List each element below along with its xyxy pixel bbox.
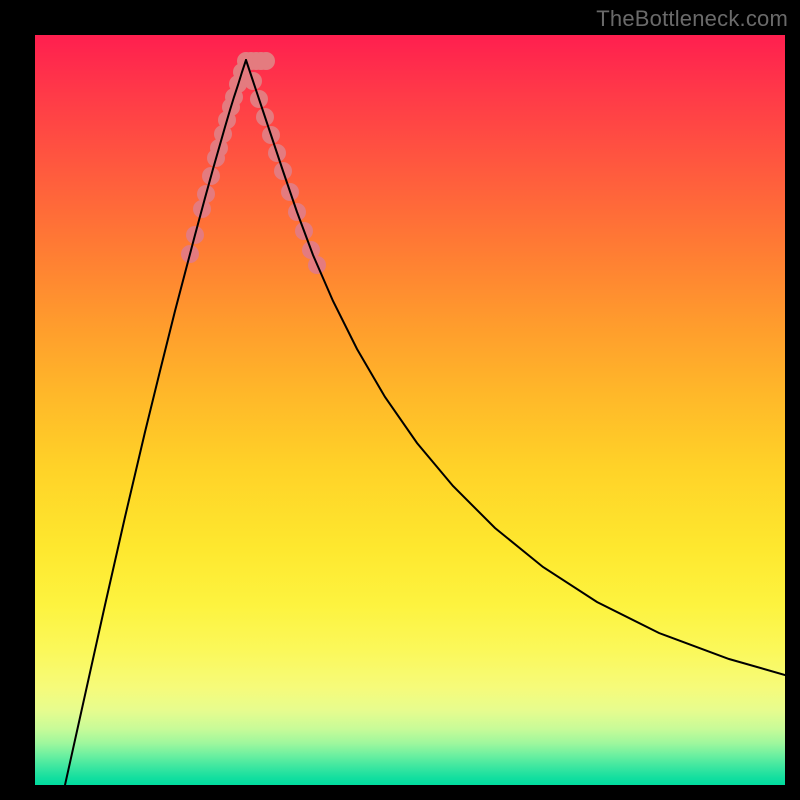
chart-svg [35, 35, 785, 785]
plot-area [35, 35, 785, 785]
watermark-text: TheBottleneck.com [596, 6, 788, 32]
chart-frame: TheBottleneck.com [0, 0, 800, 800]
left-curve [65, 60, 246, 785]
datapoint [257, 52, 275, 70]
right-curve [246, 60, 785, 675]
